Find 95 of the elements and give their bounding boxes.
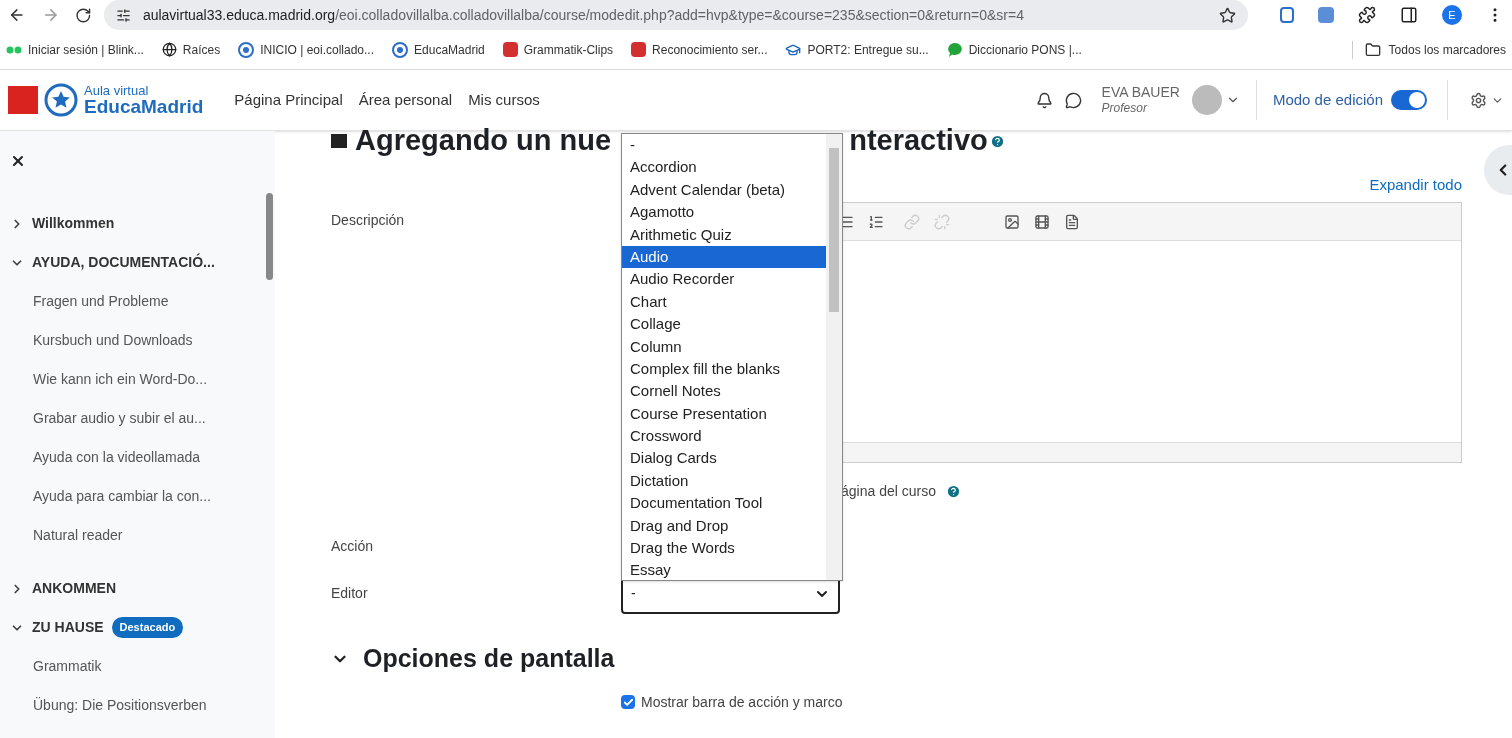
help-icon[interactable]: [945, 483, 961, 499]
activity-link[interactable]: Grammatik: [33, 656, 102, 677]
dropdown-scrollbar[interactable]: [826, 134, 842, 580]
url-text: aulavirtual33.educa.madrid.org/eoi.colladovillalba.colladovillalba/course/modedit.php?add=hvp&type=&course=235&section=0&return=0&sr=4: [142, 5, 1025, 25]
activity-link[interactable]: Ayuda con la videollamada: [33, 447, 201, 468]
nav-link[interactable]: Área personal: [358, 88, 453, 112]
dropdown-option[interactable]: Drag and Drop: [622, 514, 826, 538]
notifications-icon[interactable]: [1035, 91, 1053, 109]
bookmark[interactable]: Iniciar sesión | Blink...: [6, 40, 144, 59]
hvp-icon: [331, 134, 347, 148]
dots-icon: [6, 45, 22, 54]
bookmark[interactable]: Raíces: [161, 40, 221, 59]
address-bar[interactable]: aulavirtual33.educa.madrid.org/eoi.colladovillalba.colladovillalba/course/modedit.php?add=hvp&type=&course=235&section=0&return=0&sr=4: [103, 0, 1248, 30]
puzzle-icon[interactable]: [1358, 6, 1376, 24]
edit-mode-toggle[interactable]: [1391, 90, 1427, 110]
dropdown-option[interactable]: Dialog Cards: [622, 447, 826, 470]
activity-link[interactable]: Grabar audio y subir el au...: [33, 408, 206, 429]
field-label: Editor: [331, 584, 369, 603]
section-link[interactable]: ANKOMMEN: [32, 578, 116, 599]
image-icon[interactable]: [1004, 213, 1020, 230]
dropdown-option[interactable]: Audio Recorder: [622, 268, 826, 291]
logo-subtitle: Aula virtual: [84, 84, 150, 97]
logo-title: EducaMadrid: [84, 97, 204, 116]
folder-icon: [1364, 41, 1381, 58]
nav-link[interactable]: Mis cursos: [468, 88, 540, 112]
bookmark[interactable]: INICIO | eoi.collado...: [238, 40, 375, 59]
dropdown-option[interactable]: Column: [622, 335, 826, 358]
section-heading: Opciones de pantalla: [363, 643, 615, 674]
bookmark-favicon-icon: [502, 42, 518, 57]
reload-icon[interactable]: [75, 6, 92, 24]
help-icon[interactable]: [989, 133, 1005, 149]
dropdown-option[interactable]: Advent Calendar (beta): [622, 178, 826, 202]
wheel-icon: [238, 41, 255, 58]
file-icon[interactable]: [1064, 213, 1080, 230]
checkbox-label: Mostrar barra de acción y marco: [641, 692, 843, 712]
dropdown-option[interactable]: Complex fill the blanks: [622, 357, 826, 381]
settings-icon[interactable]: [1470, 91, 1487, 109]
bookmark[interactable]: EducaMadrid: [392, 40, 485, 59]
dropdown-option[interactable]: Documentation Tool: [622, 492, 826, 515]
user-role: Profesor: [1101, 101, 1149, 117]
speech-bubble-icon: [946, 41, 963, 58]
activity-link[interactable]: Kursbuch und Downloads: [33, 330, 193, 351]
field-label: Descripción: [331, 211, 406, 230]
flag-logo: [8, 86, 38, 114]
numbered-list-icon[interactable]: [868, 213, 884, 230]
dropdown-option[interactable]: Agamotto: [622, 201, 826, 224]
dropdown-option[interactable]: Cornell Notes: [622, 380, 826, 403]
activity-link[interactable]: Natural reader: [33, 525, 123, 546]
globe-icon: [161, 42, 177, 57]
messages-icon[interactable]: [1064, 91, 1082, 109]
bookmark-favicon-icon: [631, 42, 647, 57]
dropdown-option[interactable]: -: [622, 134, 826, 157]
activity-link[interactable]: Fragen und Probleme: [33, 291, 169, 312]
activity-link[interactable]: Wie kann ich ein Word-Do...: [33, 369, 208, 390]
page-title: nteractivo: [849, 123, 988, 159]
back-icon[interactable]: [8, 6, 26, 24]
nav-link[interactable]: Página Principal: [234, 88, 343, 112]
dropdown-option[interactable]: Crossword: [622, 425, 826, 448]
section-link[interactable]: Willkommen: [32, 213, 115, 234]
dropdown-option[interactable]: Chart: [622, 290, 826, 314]
profile-avatar[interactable]: E: [1442, 5, 1462, 25]
dropdown-option[interactable]: Course Presentation: [622, 402, 826, 426]
section-link[interactable]: ZU HAUSE: [32, 617, 104, 638]
all-bookmarks-link[interactable]: Todos los marcadores: [1388, 40, 1506, 59]
user-name: EVA BAUER: [1101, 83, 1180, 102]
activity-link[interactable]: Ayuda para cambiar la con...: [33, 486, 211, 507]
close-icon[interactable]: [10, 153, 26, 169]
bookmark[interactable]: Diccionario PONS |...: [946, 40, 1082, 59]
video-icon[interactable]: [1034, 213, 1050, 230]
extension-icon[interactable]: [1280, 7, 1294, 23]
star-circle-logo: [44, 83, 78, 117]
bookmark[interactable]: PORT2: Entregue su...: [785, 40, 929, 59]
edit-mode-label: Modo de edición: [1272, 89, 1383, 110]
scrollbar-thumb[interactable]: [266, 193, 273, 280]
show-on-page-label: ágina del curso: [841, 481, 936, 501]
dropdown-option[interactable]: Collage: [622, 313, 826, 336]
dropdown-option[interactable]: Dictation: [622, 469, 826, 493]
site-info-icon[interactable]: [115, 7, 131, 23]
drawer-toggle[interactable]: [1484, 145, 1512, 195]
dropdown-option[interactable]: Drag the Words: [622, 537, 826, 560]
dropdown-option[interactable]: Accordion: [622, 156, 826, 179]
page-title: Agregando un nue: [355, 123, 612, 159]
dropdown-option[interactable]: Audio: [622, 245, 826, 269]
featured-badge: Destacado: [111, 617, 184, 638]
checkbox[interactable]: [621, 695, 635, 709]
field-label: Acción: [331, 536, 374, 556]
wheel-icon: [392, 41, 409, 58]
side-panel-icon[interactable]: [1400, 6, 1418, 24]
bookmark[interactable]: Reconocimiento ser...: [631, 40, 768, 59]
section-link[interactable]: AYUDA, DOCUMENTACIÓ...: [32, 252, 215, 273]
bookmark[interactable]: Grammatik-Clips: [502, 40, 614, 59]
activity-link[interactable]: Übung: Die Positionsverben: [33, 695, 207, 716]
expand-all-link[interactable]: Expandir todo: [1369, 173, 1462, 197]
dropdown-option[interactable]: Arithmetic Quiz: [622, 223, 826, 246]
bookmark-star-icon[interactable]: [1219, 6, 1236, 24]
